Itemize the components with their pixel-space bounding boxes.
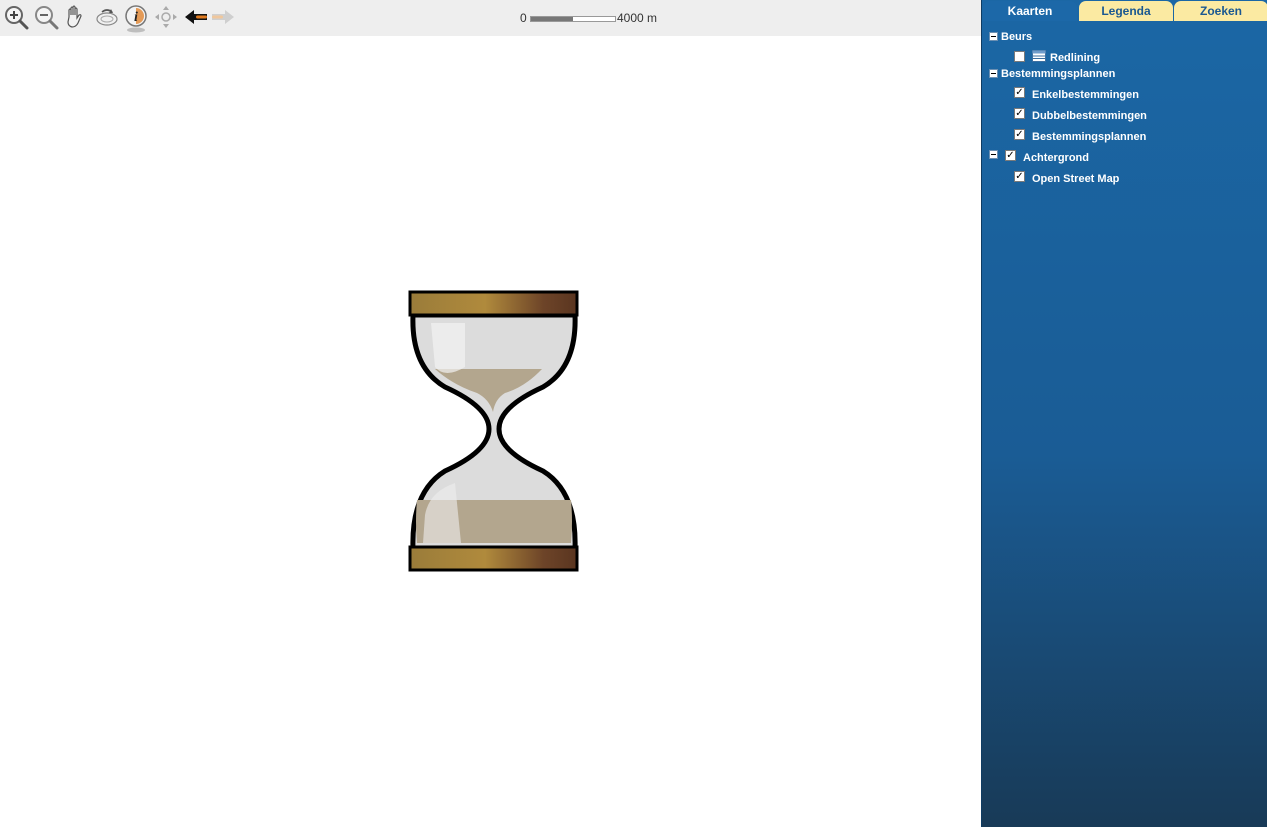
tree-group-beurs[interactable]: Beurs xyxy=(1001,29,1032,45)
previous-extent-button[interactable] xyxy=(183,4,209,30)
scale-end-label: 4000 m xyxy=(617,11,658,25)
tree-group-bestemmingsplannen[interactable]: Bestemmingsplannen xyxy=(1001,66,1115,82)
table-layer-icon xyxy=(1032,50,1046,62)
side-panel: Kaarten Legenda Zoeken Beurs Redlining B… xyxy=(981,0,1267,827)
pan-hand-icon xyxy=(67,5,82,28)
svg-text:i: i xyxy=(134,10,138,25)
hourglass-icon xyxy=(408,290,579,572)
layer-bestemmingsplannen[interactable]: Bestemmingsplannen xyxy=(1032,129,1146,145)
tab-zoeken[interactable]: Zoeken xyxy=(1174,1,1267,21)
next-extent-arrow-icon xyxy=(212,10,234,24)
checkbox-open-street-map[interactable]: ✓ xyxy=(1014,171,1025,182)
checkbox-enkelbestemmingen[interactable]: ✓ xyxy=(1014,87,1025,98)
tree-group-achtergrond[interactable]: Achtergrond xyxy=(1023,150,1089,166)
full-extent-icon xyxy=(96,9,118,26)
panel-tabs: Kaarten Legenda Zoeken xyxy=(983,1,1267,21)
tab-legenda[interactable]: Legenda xyxy=(1079,1,1173,21)
collapse-toggle-achtergrond[interactable] xyxy=(989,150,998,159)
next-extent-button[interactable] xyxy=(210,4,236,30)
layer-enkelbestemmingen[interactable]: Enkelbestemmingen xyxy=(1032,87,1139,103)
map-toolbar: i 0 4000 m xyxy=(0,0,981,36)
scale-line xyxy=(530,16,616,22)
pan-arrows-button[interactable] xyxy=(153,4,179,30)
scale-segment xyxy=(531,17,573,21)
zoom-out-icon xyxy=(35,6,59,30)
checkbox-achtergrond[interactable]: ✓ xyxy=(1005,150,1016,161)
layer-redlining[interactable]: Redlining xyxy=(1050,50,1100,66)
zoom-out-button[interactable] xyxy=(33,4,59,30)
checkbox-redlining[interactable] xyxy=(1014,51,1025,62)
pan-arrows-icon xyxy=(155,6,177,28)
checkbox-dubbelbestemmingen[interactable]: ✓ xyxy=(1014,108,1025,119)
layer-open-street-map[interactable]: Open Street Map xyxy=(1032,171,1119,187)
collapse-toggle-bestemmingsplannen[interactable] xyxy=(989,69,998,78)
previous-extent-arrow-icon xyxy=(185,10,207,24)
checkbox-bestemmingsplannen[interactable]: ✓ xyxy=(1014,129,1025,140)
pan-button[interactable] xyxy=(62,4,88,30)
zoom-in-button[interactable] xyxy=(3,4,29,30)
loading-indicator xyxy=(405,287,583,582)
identify-button[interactable]: i xyxy=(123,4,149,34)
map-view[interactable]: i 0 4000 m xyxy=(0,0,981,827)
tab-kaarten[interactable]: Kaarten xyxy=(983,1,1077,21)
scale-start-label: 0 xyxy=(520,11,527,25)
identify-info-icon: i xyxy=(125,5,147,33)
full-extent-button[interactable] xyxy=(94,4,120,30)
collapse-toggle-beurs[interactable] xyxy=(989,32,998,41)
zoom-in-icon xyxy=(5,6,29,30)
layer-dubbelbestemmingen[interactable]: Dubbelbestemmingen xyxy=(1032,108,1147,124)
